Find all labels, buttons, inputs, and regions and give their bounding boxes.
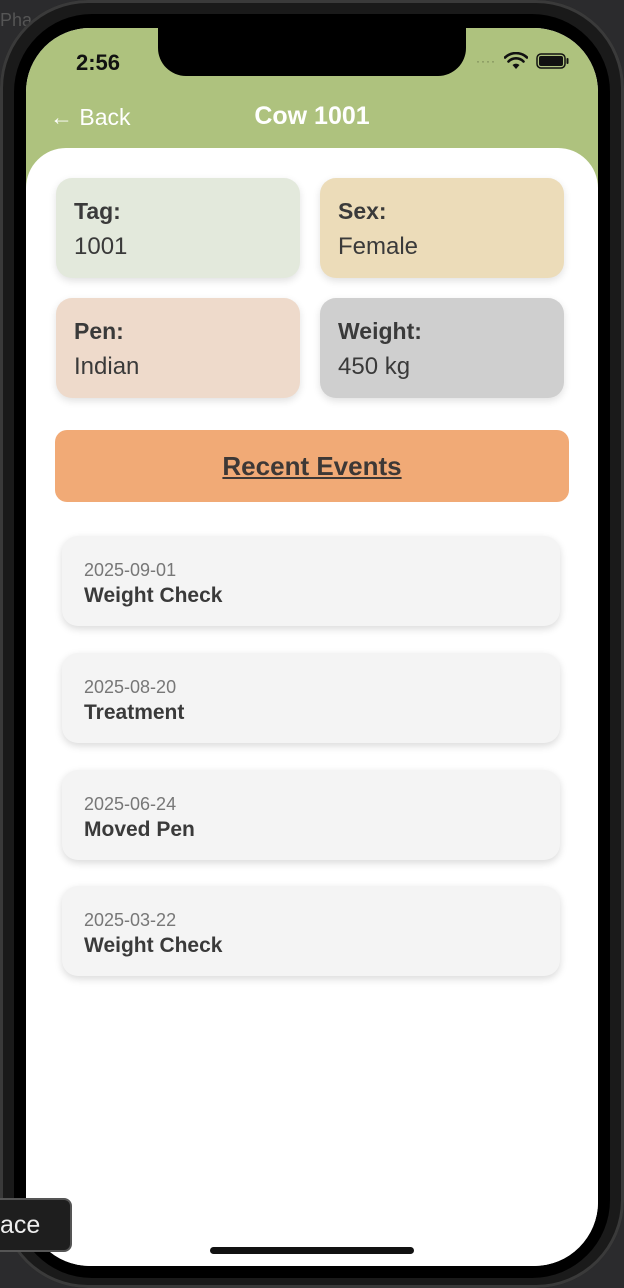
- event-date: 2025-03-22: [84, 910, 177, 930]
- recent-events-button[interactable]: Recent Events: [55, 430, 569, 502]
- wifi-icon: [504, 52, 528, 70]
- tag-value: 1001: [74, 233, 128, 260]
- status-icons: ····: [476, 52, 570, 70]
- weight-label: Weight:: [338, 318, 422, 344]
- signal-dots-icon: ····: [476, 54, 496, 68]
- pen-label: Pen:: [74, 318, 124, 344]
- event-name: Treatment: [84, 701, 185, 724]
- sex-card: Sex: Female: [320, 178, 564, 278]
- tag-label: Tag:: [74, 198, 121, 224]
- event-date: 2025-09-01: [84, 560, 177, 580]
- phone-frame: 2:56 ···· ← Back Cow 1001 Tag: 1001 Sex:…: [0, 0, 624, 1288]
- home-indicator[interactable]: [210, 1247, 414, 1254]
- status-time: 2:56: [76, 50, 121, 75]
- space-key-button[interactable]: ace: [0, 1198, 72, 1252]
- tag-card: Tag: 1001: [56, 178, 300, 278]
- event-card[interactable]: 2025-06-24 Moved Pen: [62, 770, 560, 860]
- notch: [158, 28, 466, 76]
- event-name: Moved Pen: [84, 818, 195, 841]
- event-card[interactable]: 2025-03-22 Weight Check: [62, 886, 560, 976]
- pen-card: Pen: Indian: [56, 298, 300, 398]
- phone-screen: 2:56 ···· ← Back Cow 1001 Tag: 1001 Sex:…: [26, 28, 598, 1266]
- event-name: Weight Check: [84, 934, 223, 957]
- pen-value: Indian: [74, 353, 140, 380]
- battery-icon: [536, 53, 570, 69]
- weight-card: Weight: 450 kg: [320, 298, 564, 398]
- page-title: Cow 1001: [254, 102, 370, 130]
- event-date: 2025-08-20: [84, 677, 177, 697]
- weight-value: 450 kg: [338, 353, 411, 380]
- sex-value: Female: [338, 233, 419, 260]
- event-name: Weight Check: [84, 584, 223, 607]
- event-date: 2025-06-24: [84, 794, 177, 814]
- main-content: Tag: 1001 Sex: Female Pen: Indian Weight…: [26, 148, 598, 1266]
- event-card[interactable]: 2025-08-20 Treatment: [62, 653, 560, 743]
- event-card[interactable]: 2025-09-01 Weight Check: [62, 536, 560, 626]
- sex-label: Sex:: [338, 198, 387, 224]
